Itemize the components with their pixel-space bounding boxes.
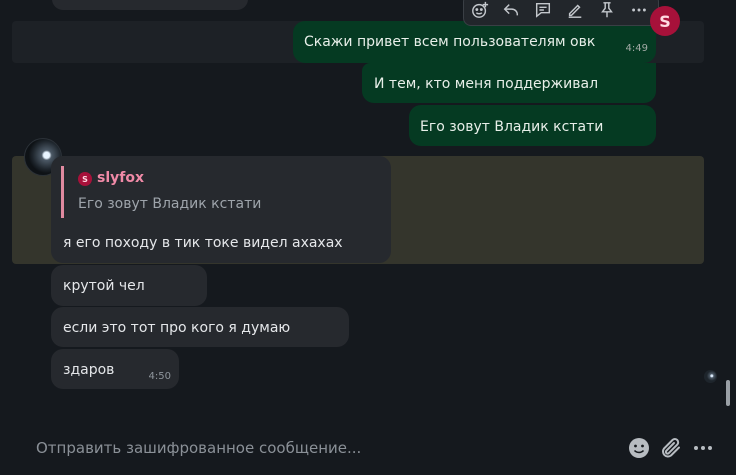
message-text: Скажи привет всем пользователям овк	[304, 34, 596, 50]
message-text: если это тот про кого я думаю	[63, 320, 291, 336]
pin-icon[interactable]	[598, 1, 618, 19]
message-text: здаров	[63, 362, 115, 378]
message-action-toolbar	[463, 0, 659, 26]
message-text: крутой чел	[63, 278, 145, 294]
outgoing-message[interactable]: Скажи привет всем пользователям овк 4:49	[293, 21, 656, 63]
react-icon[interactable]	[471, 1, 491, 19]
incoming-message[interactable]: крутой чел	[51, 265, 207, 306]
reply-avatar: S	[78, 172, 92, 186]
read-receipt-avatar	[704, 370, 717, 383]
reply-message[interactable]: S slyfox Его зовут Владик кстати я его п…	[51, 156, 391, 263]
more-icon[interactable]	[630, 1, 650, 19]
outgoing-message[interactable]: И тем, кто меня поддерживал	[362, 63, 656, 103]
reply-icon[interactable]	[502, 1, 522, 19]
message-timestamp: 4:49	[625, 43, 648, 54]
attachment-icon[interactable]	[659, 436, 683, 460]
own-avatar[interactable]: S	[650, 6, 680, 36]
thread-icon[interactable]	[534, 1, 554, 19]
edit-icon[interactable]	[566, 1, 586, 19]
incoming-message[interactable]: если это тот про кого я думаю	[51, 307, 349, 347]
message-timestamp: 4:50	[148, 371, 171, 382]
incoming-message[interactable]: здаров 4:50	[51, 349, 179, 389]
message-input[interactable]	[24, 428, 614, 468]
scrollbar-thumb[interactable]	[726, 380, 730, 406]
emoji-icon[interactable]	[627, 436, 651, 460]
reply-sender-name[interactable]: slyfox	[97, 170, 144, 186]
message-text: Его зовут Владик кстати	[420, 119, 604, 135]
message-text: И тем, кто меня поддерживал	[374, 76, 599, 92]
more-options-icon[interactable]	[691, 436, 715, 460]
message-text: я его походу в тик токе видел ахахах	[63, 235, 343, 251]
outgoing-message[interactable]: Его зовут Владик кстати	[409, 105, 656, 146]
reply-quote[interactable]: S slyfox Его зовут Владик кстати	[61, 166, 361, 218]
reply-quoted-text: Его зовут Владик кстати	[78, 196, 262, 212]
previous-message-bubble	[52, 0, 248, 10]
